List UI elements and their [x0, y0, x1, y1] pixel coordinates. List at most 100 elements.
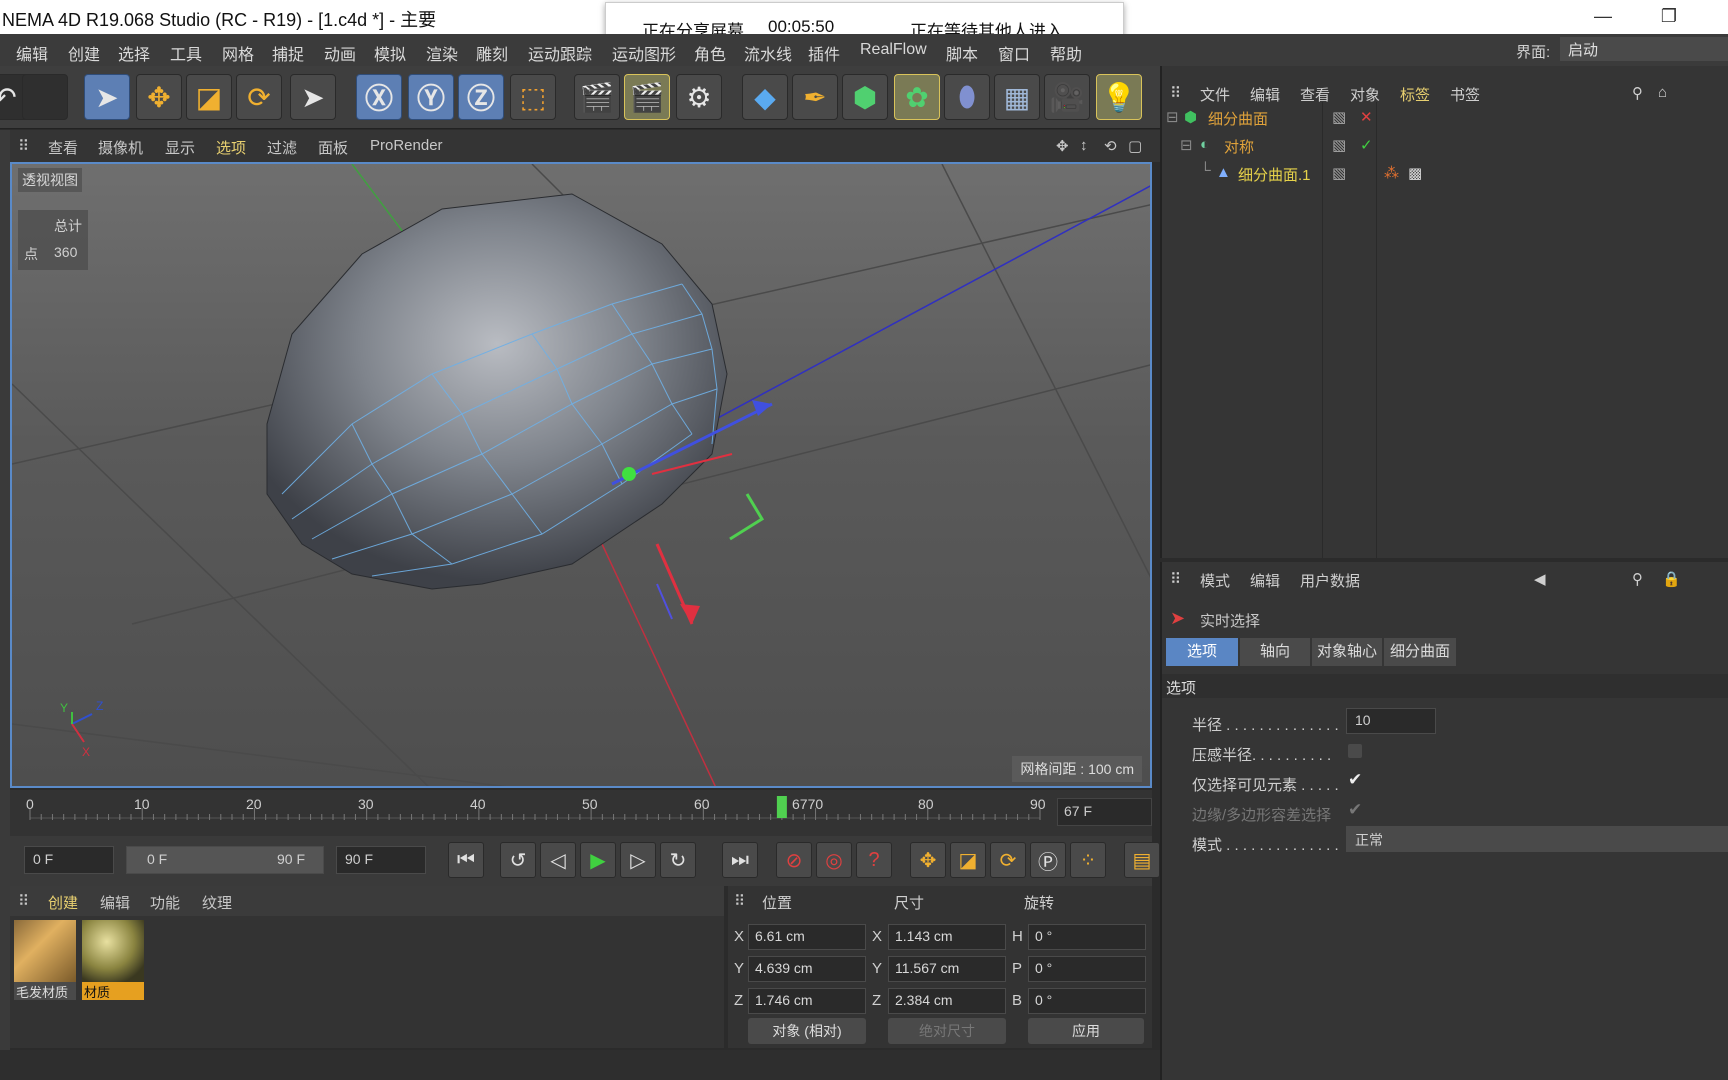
- move-icon[interactable]: ✥: [136, 74, 182, 120]
- viewport-menu-cameras[interactable]: 摄像机: [98, 137, 143, 158]
- timeline-window-icon[interactable]: ▤: [1124, 842, 1160, 878]
- pressure-radius-checkbox[interactable]: [1348, 744, 1362, 758]
- render-settings-icon[interactable]: ⚙: [676, 74, 722, 120]
- perspective-viewport[interactable]: Y Z X 透视视图 总计 点 360 网格间距 : 100 cm: [10, 162, 1152, 788]
- render-view-icon[interactable]: 🎬: [574, 74, 620, 120]
- pos-x-field[interactable]: 6.61 cm: [748, 924, 866, 950]
- viewport-menu-view[interactable]: 查看: [48, 137, 78, 158]
- home-icon[interactable]: ⌂: [1658, 84, 1667, 101]
- rot-h-field[interactable]: 0 °: [1028, 924, 1146, 950]
- menu-snap[interactable]: 捕捉: [272, 41, 304, 65]
- object-name[interactable]: 对称: [1224, 136, 1254, 157]
- objmgr-menu-edit[interactable]: 编辑: [1250, 84, 1280, 105]
- key-position-icon[interactable]: ✥: [910, 842, 946, 878]
- cloner-icon[interactable]: ✿: [894, 74, 940, 120]
- menu-tools[interactable]: 工具: [170, 41, 202, 65]
- cube-icon[interactable]: ◆: [742, 74, 788, 120]
- layer-icon[interactable]: ▧: [1332, 136, 1346, 154]
- tab-subdivision[interactable]: 细分曲面: [1384, 638, 1456, 666]
- record-icon[interactable]: ⊘: [776, 842, 812, 878]
- timeline-ruler[interactable]: 0 10 20 30 40 50 60 6770 80 90: [10, 790, 1152, 836]
- size-z-field[interactable]: 2.384 cm: [888, 988, 1006, 1014]
- viewport-menu-prorender[interactable]: ProRender: [370, 137, 443, 154]
- pen-icon[interactable]: ✒: [792, 74, 838, 120]
- coordinate-mode-dropdown[interactable]: 对象 (相对): [748, 1018, 866, 1044]
- menu-simulate[interactable]: 模拟: [374, 41, 406, 65]
- tolerance-select-checkbox[interactable]: ✔: [1348, 800, 1362, 820]
- subdivision-surface-icon[interactable]: ⬢: [842, 74, 888, 120]
- menu-edit[interactable]: 编辑: [16, 41, 48, 65]
- recent-tool-icon[interactable]: ➤: [290, 74, 336, 120]
- go-to-end-icon[interactable]: ⏭: [722, 842, 758, 878]
- scale-icon[interactable]: ◪: [186, 74, 232, 120]
- restore-button[interactable]: ❐: [1646, 2, 1692, 30]
- material-menu-function[interactable]: 功能: [150, 892, 180, 913]
- search-icon[interactable]: ⚲: [1632, 84, 1643, 102]
- menu-pipeline[interactable]: 流水线: [744, 41, 792, 65]
- layer-icon[interactable]: ▧: [1332, 164, 1346, 182]
- key-parameter-icon[interactable]: Ⓟ: [1030, 842, 1066, 878]
- next-frame-icon[interactable]: ▷: [620, 842, 656, 878]
- size-x-field[interactable]: 1.143 cm: [888, 924, 1006, 950]
- go-to-start-icon[interactable]: ⏮: [448, 842, 484, 878]
- pos-y-field[interactable]: 4.639 cm: [748, 956, 866, 982]
- start-frame-field[interactable]: 0 F: [24, 846, 114, 874]
- camera-icon[interactable]: 🎥: [1044, 74, 1090, 120]
- viewport-zoom-icon[interactable]: ↕: [1080, 137, 1088, 154]
- layer-icon[interactable]: ▧: [1332, 108, 1346, 126]
- attr-menu-edit[interactable]: 编辑: [1250, 570, 1280, 591]
- menu-sculpt[interactable]: 雕刻: [476, 41, 508, 65]
- object-row[interactable]: ⊟ ⬢ 细分曲面 ▧ ✕: [1162, 104, 1728, 132]
- menu-character[interactable]: 角色: [694, 41, 726, 65]
- viewport-menu-filter[interactable]: 过滤: [267, 137, 297, 158]
- objmgr-menu-bookmarks[interactable]: 书签: [1450, 84, 1480, 105]
- object-row[interactable]: └ ▲ 细分曲面.1 ▧ ⁂ ▩: [1162, 160, 1728, 188]
- viewport-rotate-icon[interactable]: ⟲: [1104, 137, 1117, 155]
- play-icon[interactable]: ▶: [580, 842, 616, 878]
- back-arrow-icon[interactable]: ◀: [1534, 570, 1546, 588]
- search-icon[interactable]: ⚲: [1632, 570, 1643, 588]
- x-axis-lock-icon[interactable]: Ⓧ: [356, 74, 402, 120]
- mode-dropdown[interactable]: 正常: [1346, 826, 1728, 852]
- current-frame-field[interactable]: 67 F: [1057, 798, 1152, 826]
- live-select-icon[interactable]: ➤: [84, 74, 130, 120]
- material-hair[interactable]: 毛发材质: [14, 920, 76, 1006]
- viewport-move-icon[interactable]: ✥: [1056, 137, 1069, 155]
- material-menu-edit[interactable]: 编辑: [100, 892, 130, 913]
- tree-collapse-icon[interactable]: ⊟: [1166, 108, 1179, 126]
- keyframe-selection-icon[interactable]: ?: [856, 842, 892, 878]
- minimize-button[interactable]: —: [1580, 2, 1626, 30]
- viewport-menu-panel[interactable]: 面板: [318, 137, 348, 158]
- rot-b-field[interactable]: 0 °: [1028, 988, 1146, 1014]
- menu-render[interactable]: 渲染: [426, 41, 458, 65]
- object-name[interactable]: 细分曲面: [1208, 108, 1268, 129]
- light-icon[interactable]: 💡: [1096, 74, 1142, 120]
- menu-help[interactable]: 帮助: [1050, 41, 1082, 65]
- tree-collapse-icon[interactable]: ⊟: [1180, 136, 1193, 154]
- attr-menu-mode[interactable]: 模式: [1200, 570, 1230, 591]
- redo-icon[interactable]: [22, 74, 68, 120]
- object-name[interactable]: 细分曲面.1: [1238, 164, 1311, 185]
- viewport-menu-options[interactable]: 选项: [216, 137, 246, 158]
- floor-icon[interactable]: ▦: [994, 74, 1040, 120]
- material-menu-texture[interactable]: 纹理: [202, 892, 232, 913]
- menu-motion-tracking[interactable]: 运动跟踪: [528, 41, 592, 65]
- z-axis-lock-icon[interactable]: Ⓩ: [458, 74, 504, 120]
- render-to-picture-viewer-icon[interactable]: 🎬: [624, 74, 670, 120]
- deformer-icon[interactable]: ⬮: [944, 74, 990, 120]
- phong-tag-icon[interactable]: ⁂: [1384, 164, 1399, 182]
- key-scale-icon[interactable]: ◪: [950, 842, 986, 878]
- menu-mograph[interactable]: 运动图形: [612, 41, 676, 65]
- objmgr-menu-file[interactable]: 文件: [1200, 84, 1230, 105]
- menu-select[interactable]: 选择: [118, 41, 150, 65]
- texture-tag-icon[interactable]: ▩: [1408, 164, 1422, 182]
- end-frame-field[interactable]: 90 F: [336, 846, 426, 874]
- material-menu-create[interactable]: 创建: [48, 892, 78, 913]
- apply-button[interactable]: 应用: [1028, 1018, 1144, 1044]
- next-key-icon[interactable]: ↻: [660, 842, 696, 878]
- rot-p-field[interactable]: 0 °: [1028, 956, 1146, 982]
- size-mode-dropdown[interactable]: 绝对尺寸: [888, 1018, 1006, 1044]
- layout-dropdown[interactable]: 启动: [1560, 37, 1728, 61]
- menu-realflow[interactable]: RealFlow: [860, 41, 927, 59]
- playhead[interactable]: [776, 796, 787, 818]
